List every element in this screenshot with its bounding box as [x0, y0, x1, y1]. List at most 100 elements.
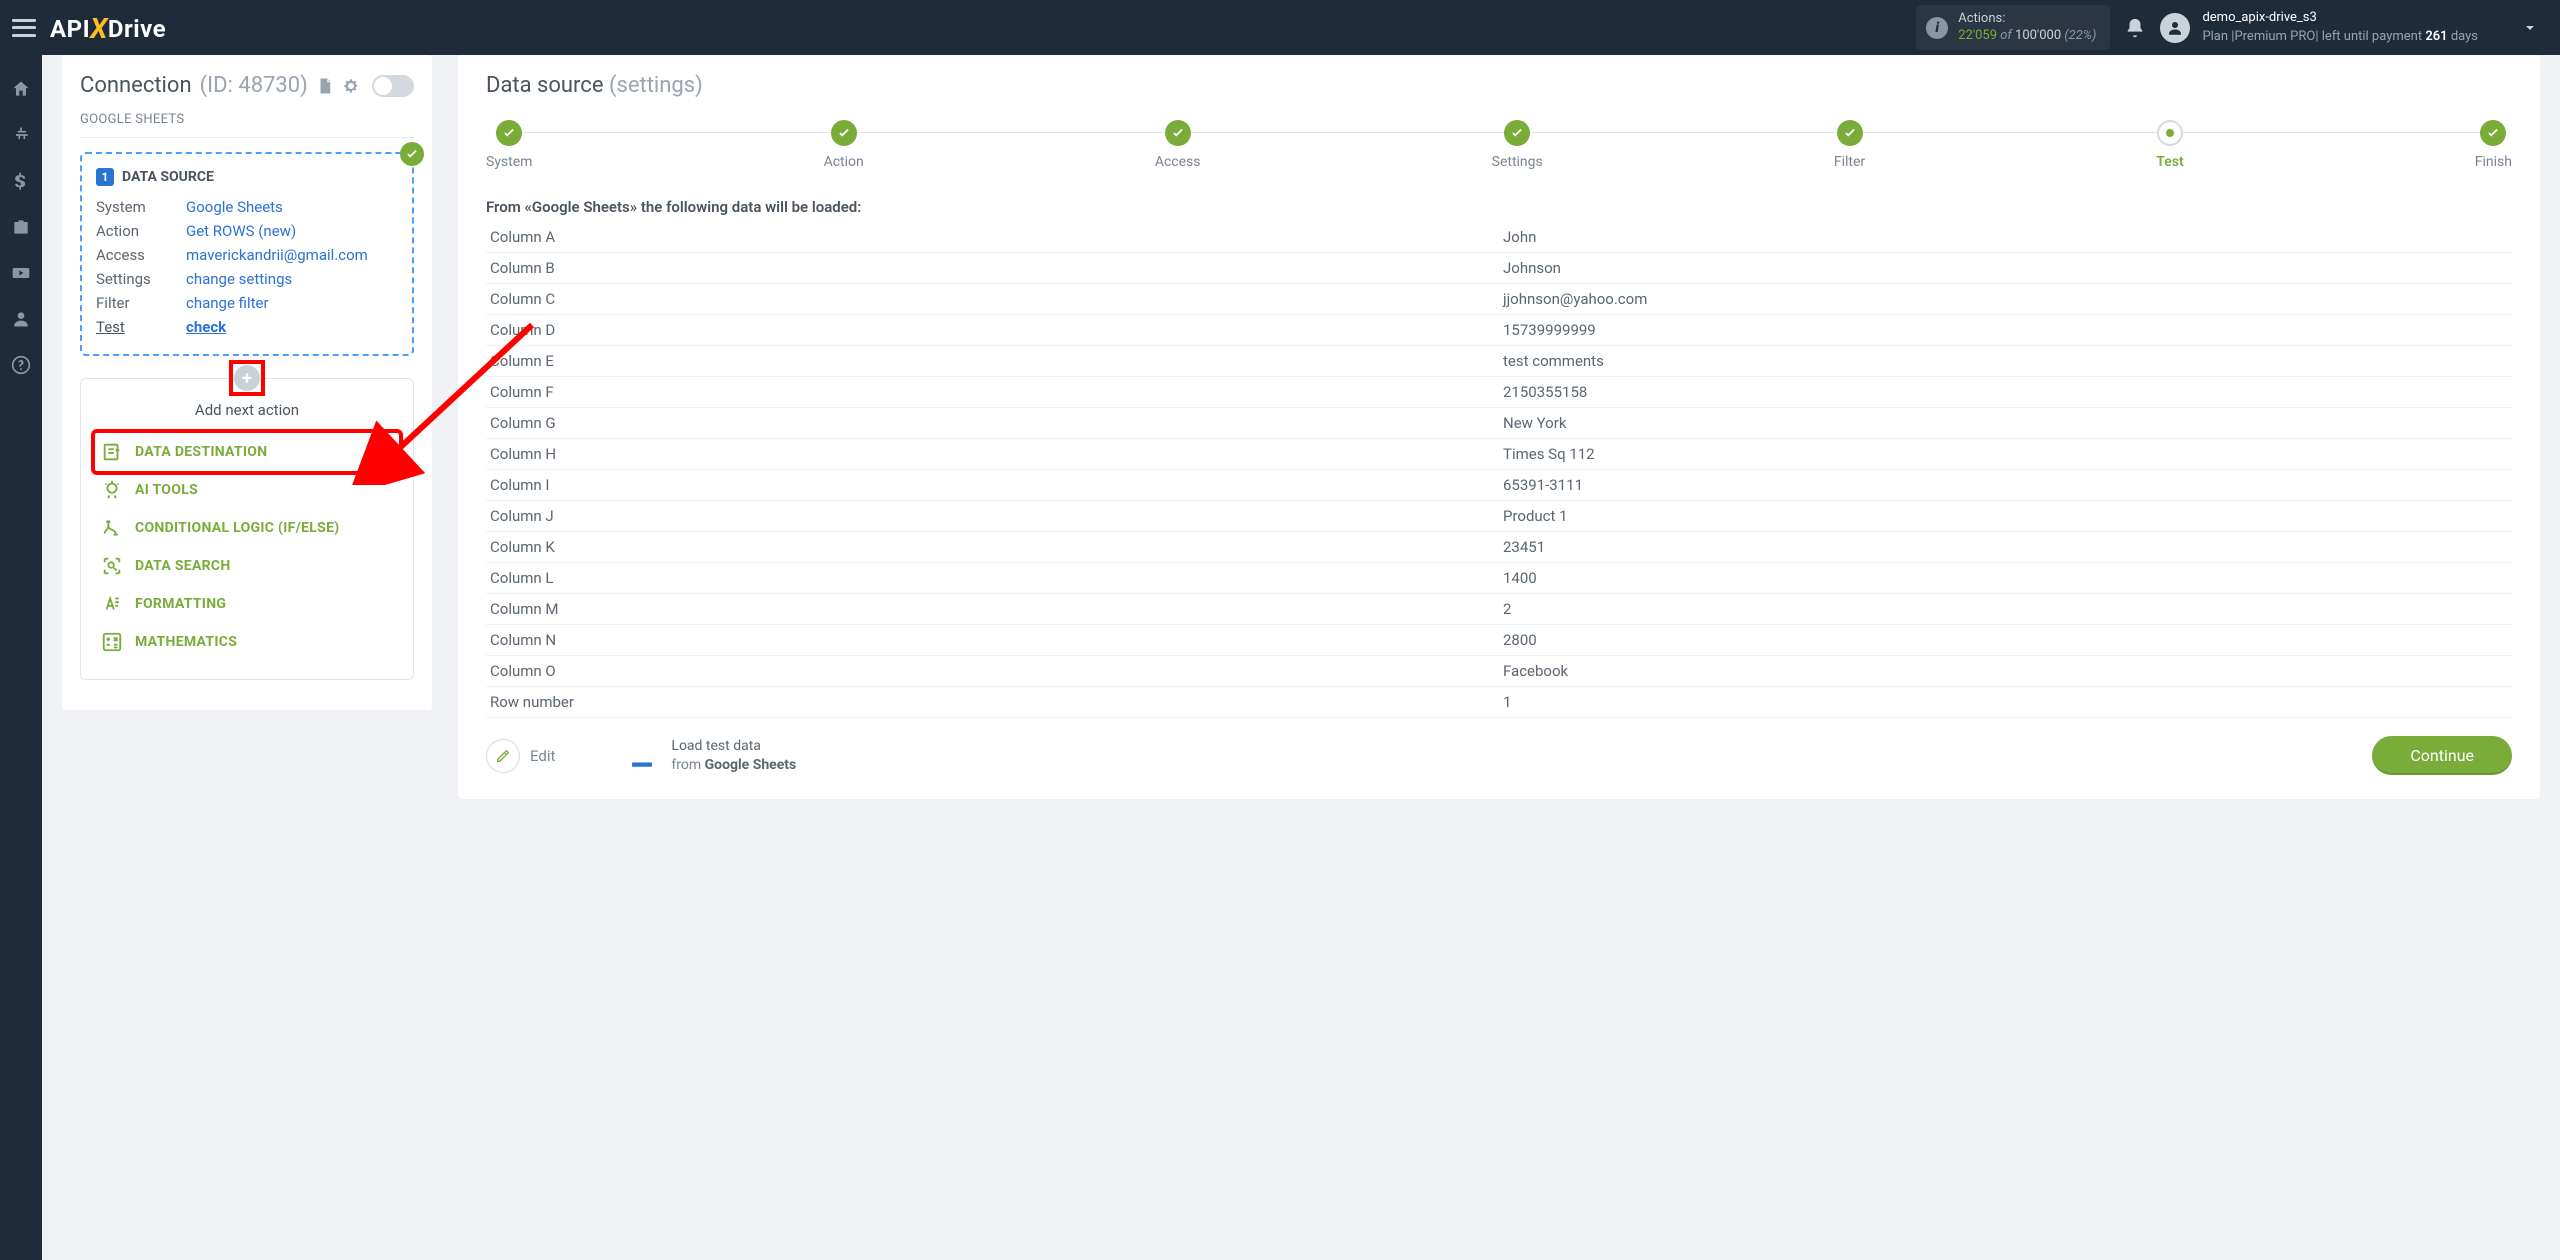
- ds-system-label: System: [96, 198, 186, 216]
- step-test[interactable]: Test: [2156, 120, 2183, 170]
- ds-settings-value[interactable]: change settings: [186, 270, 398, 288]
- user-name: demo_apix-drive_s3: [2202, 9, 2478, 27]
- user-icon[interactable]: [11, 309, 31, 329]
- table-cell-value: Johnson: [1499, 253, 2512, 284]
- table-cell-key: Row number: [486, 687, 1499, 718]
- preview-table: Column AJohnColumn BJohnsonColumn Cjjohn…: [486, 222, 2512, 718]
- home-icon[interactable]: [11, 79, 31, 99]
- table-row: Column M2: [486, 594, 2512, 625]
- step-access[interactable]: Access: [1155, 120, 1201, 170]
- ds-action-label: Action: [96, 222, 186, 240]
- table-cell-key: Column E: [486, 346, 1499, 377]
- action-conditional-logic[interactable]: CONDITIONAL LOGIC (IF/ELSE): [95, 509, 399, 547]
- action-mathematics[interactable]: MATHEMATICS: [95, 623, 399, 661]
- ds-access-value[interactable]: maverickandrii@gmail.com: [186, 246, 398, 264]
- actions-of: of: [1997, 28, 2015, 43]
- youtube-icon[interactable]: [11, 263, 31, 283]
- left-rail: [0, 55, 42, 1260]
- menu-icon[interactable]: [12, 19, 36, 37]
- table-row: Column N2800: [486, 625, 2512, 656]
- step-filter[interactable]: Filter: [1834, 120, 1865, 170]
- table-cell-key: Column F: [486, 377, 1499, 408]
- table-row: Column D15739999999: [486, 315, 2512, 346]
- source-label: GOOGLE SHEETS: [80, 112, 414, 127]
- ds-system-value[interactable]: Google Sheets: [186, 198, 398, 216]
- ds-settings-label: Settings: [96, 270, 186, 288]
- table-cell-key: Column A: [486, 222, 1499, 253]
- table-row: Column AJohn: [486, 222, 2512, 253]
- connection-title: Connection (ID: 48730): [80, 73, 414, 98]
- connection-panel: Connection (ID: 48730) GOOGLE SHEETS 1 D…: [62, 55, 432, 710]
- logo-x: X: [90, 12, 108, 45]
- table-cell-key: Column I: [486, 470, 1499, 501]
- gear-icon[interactable]: [342, 77, 360, 95]
- actions-pct: (22%): [2061, 28, 2096, 43]
- step-system[interactable]: System: [486, 120, 532, 170]
- step-action[interactable]: Action: [824, 120, 864, 170]
- table-cell-value: New York: [1499, 408, 2512, 439]
- action-data-destination[interactable]: DATA DESTINATION: [95, 433, 399, 471]
- table-cell-key: Column B: [486, 253, 1499, 284]
- action-ai-tools[interactable]: AI TOOLS: [95, 471, 399, 509]
- table-cell-key: Column H: [486, 439, 1499, 470]
- main-title: Data source (settings): [486, 73, 2512, 98]
- briefcase-icon[interactable]: [11, 217, 31, 237]
- ds-test-value[interactable]: check: [186, 318, 398, 336]
- table-row: Column I65391-3111: [486, 470, 2512, 501]
- table-row: Row number1: [486, 687, 2512, 718]
- load-test-button[interactable]: Load test data from Google Sheets: [625, 737, 796, 775]
- table-row: Column GNew York: [486, 408, 2512, 439]
- logo-drive: Drive: [108, 15, 166, 43]
- document-icon[interactable]: [316, 77, 334, 95]
- step-number-badge: 1: [96, 168, 114, 186]
- step-settings[interactable]: Settings: [1492, 120, 1543, 170]
- table-row: Column Etest comments: [486, 346, 2512, 377]
- table-cell-value: 2: [1499, 594, 2512, 625]
- actions-counter[interactable]: i Actions: 22'059 of 100'000 (22%): [1916, 5, 2110, 51]
- data-source-card[interactable]: 1 DATA SOURCE System Google Sheets Actio…: [80, 152, 414, 356]
- help-icon[interactable]: [11, 355, 31, 375]
- ds-filter-label: Filter: [96, 294, 186, 312]
- user-menu[interactable]: demo_apix-drive_s3 Plan |Premium PRO| le…: [2160, 9, 2478, 45]
- table-cell-value: 65391-3111: [1499, 470, 2512, 501]
- ds-filter-value[interactable]: change filter: [186, 294, 398, 312]
- table-cell-value: 15739999999: [1499, 315, 2512, 346]
- data-source-title: DATA SOURCE: [122, 169, 214, 185]
- logo[interactable]: APIXDrive: [50, 11, 166, 44]
- table-cell-value: John: [1499, 222, 2512, 253]
- table-cell-key: Column K: [486, 532, 1499, 563]
- step-finish[interactable]: Finish: [2475, 120, 2512, 170]
- action-data-search[interactable]: DATA SEARCH: [95, 547, 399, 585]
- table-cell-value: 23451: [1499, 532, 2512, 563]
- edit-button[interactable]: Edit: [486, 739, 555, 773]
- main-panel: Data source (settings) System Action Acc…: [458, 55, 2540, 799]
- table-cell-value: Times Sq 112: [1499, 439, 2512, 470]
- bell-icon[interactable]: [2124, 17, 2146, 39]
- user-avatar-icon: [2160, 13, 2190, 43]
- table-row: Column HTimes Sq 112: [486, 439, 2512, 470]
- table-row: Column Cjjohnson@yahoo.com: [486, 284, 2512, 315]
- add-action-title: Add next action: [95, 401, 399, 419]
- logo-api: API: [50, 15, 90, 43]
- table-row: Column BJohnson: [486, 253, 2512, 284]
- table-row: Column OFacebook: [486, 656, 2512, 687]
- table-cell-value: Facebook: [1499, 656, 2512, 687]
- table-cell-value: 1400: [1499, 563, 2512, 594]
- load-description: From «Google Sheets» the following data …: [486, 198, 2512, 216]
- ds-action-value[interactable]: Get ROWS (new): [186, 222, 398, 240]
- check-icon: [400, 142, 424, 166]
- continue-button[interactable]: Continue: [2372, 736, 2512, 775]
- chevron-down-icon[interactable]: [2522, 20, 2538, 36]
- separator: [80, 137, 414, 138]
- stepper: System Action Access Settings Filter Tes…: [486, 120, 2512, 170]
- sitemap-icon[interactable]: [11, 125, 31, 145]
- plus-icon[interactable]: +: [234, 365, 260, 391]
- table-cell-value: jjohnson@yahoo.com: [1499, 284, 2512, 315]
- connection-toggle[interactable]: [372, 75, 414, 97]
- actions-total: 100'000: [2015, 28, 2061, 43]
- actions-current: 22'059: [1958, 28, 1997, 43]
- pencil-icon: [486, 739, 520, 773]
- dollar-icon[interactable]: [11, 171, 31, 191]
- action-formatting[interactable]: FORMATTING: [95, 585, 399, 623]
- top-bar: APIXDrive i Actions: 22'059 of 100'000 (…: [0, 0, 2560, 55]
